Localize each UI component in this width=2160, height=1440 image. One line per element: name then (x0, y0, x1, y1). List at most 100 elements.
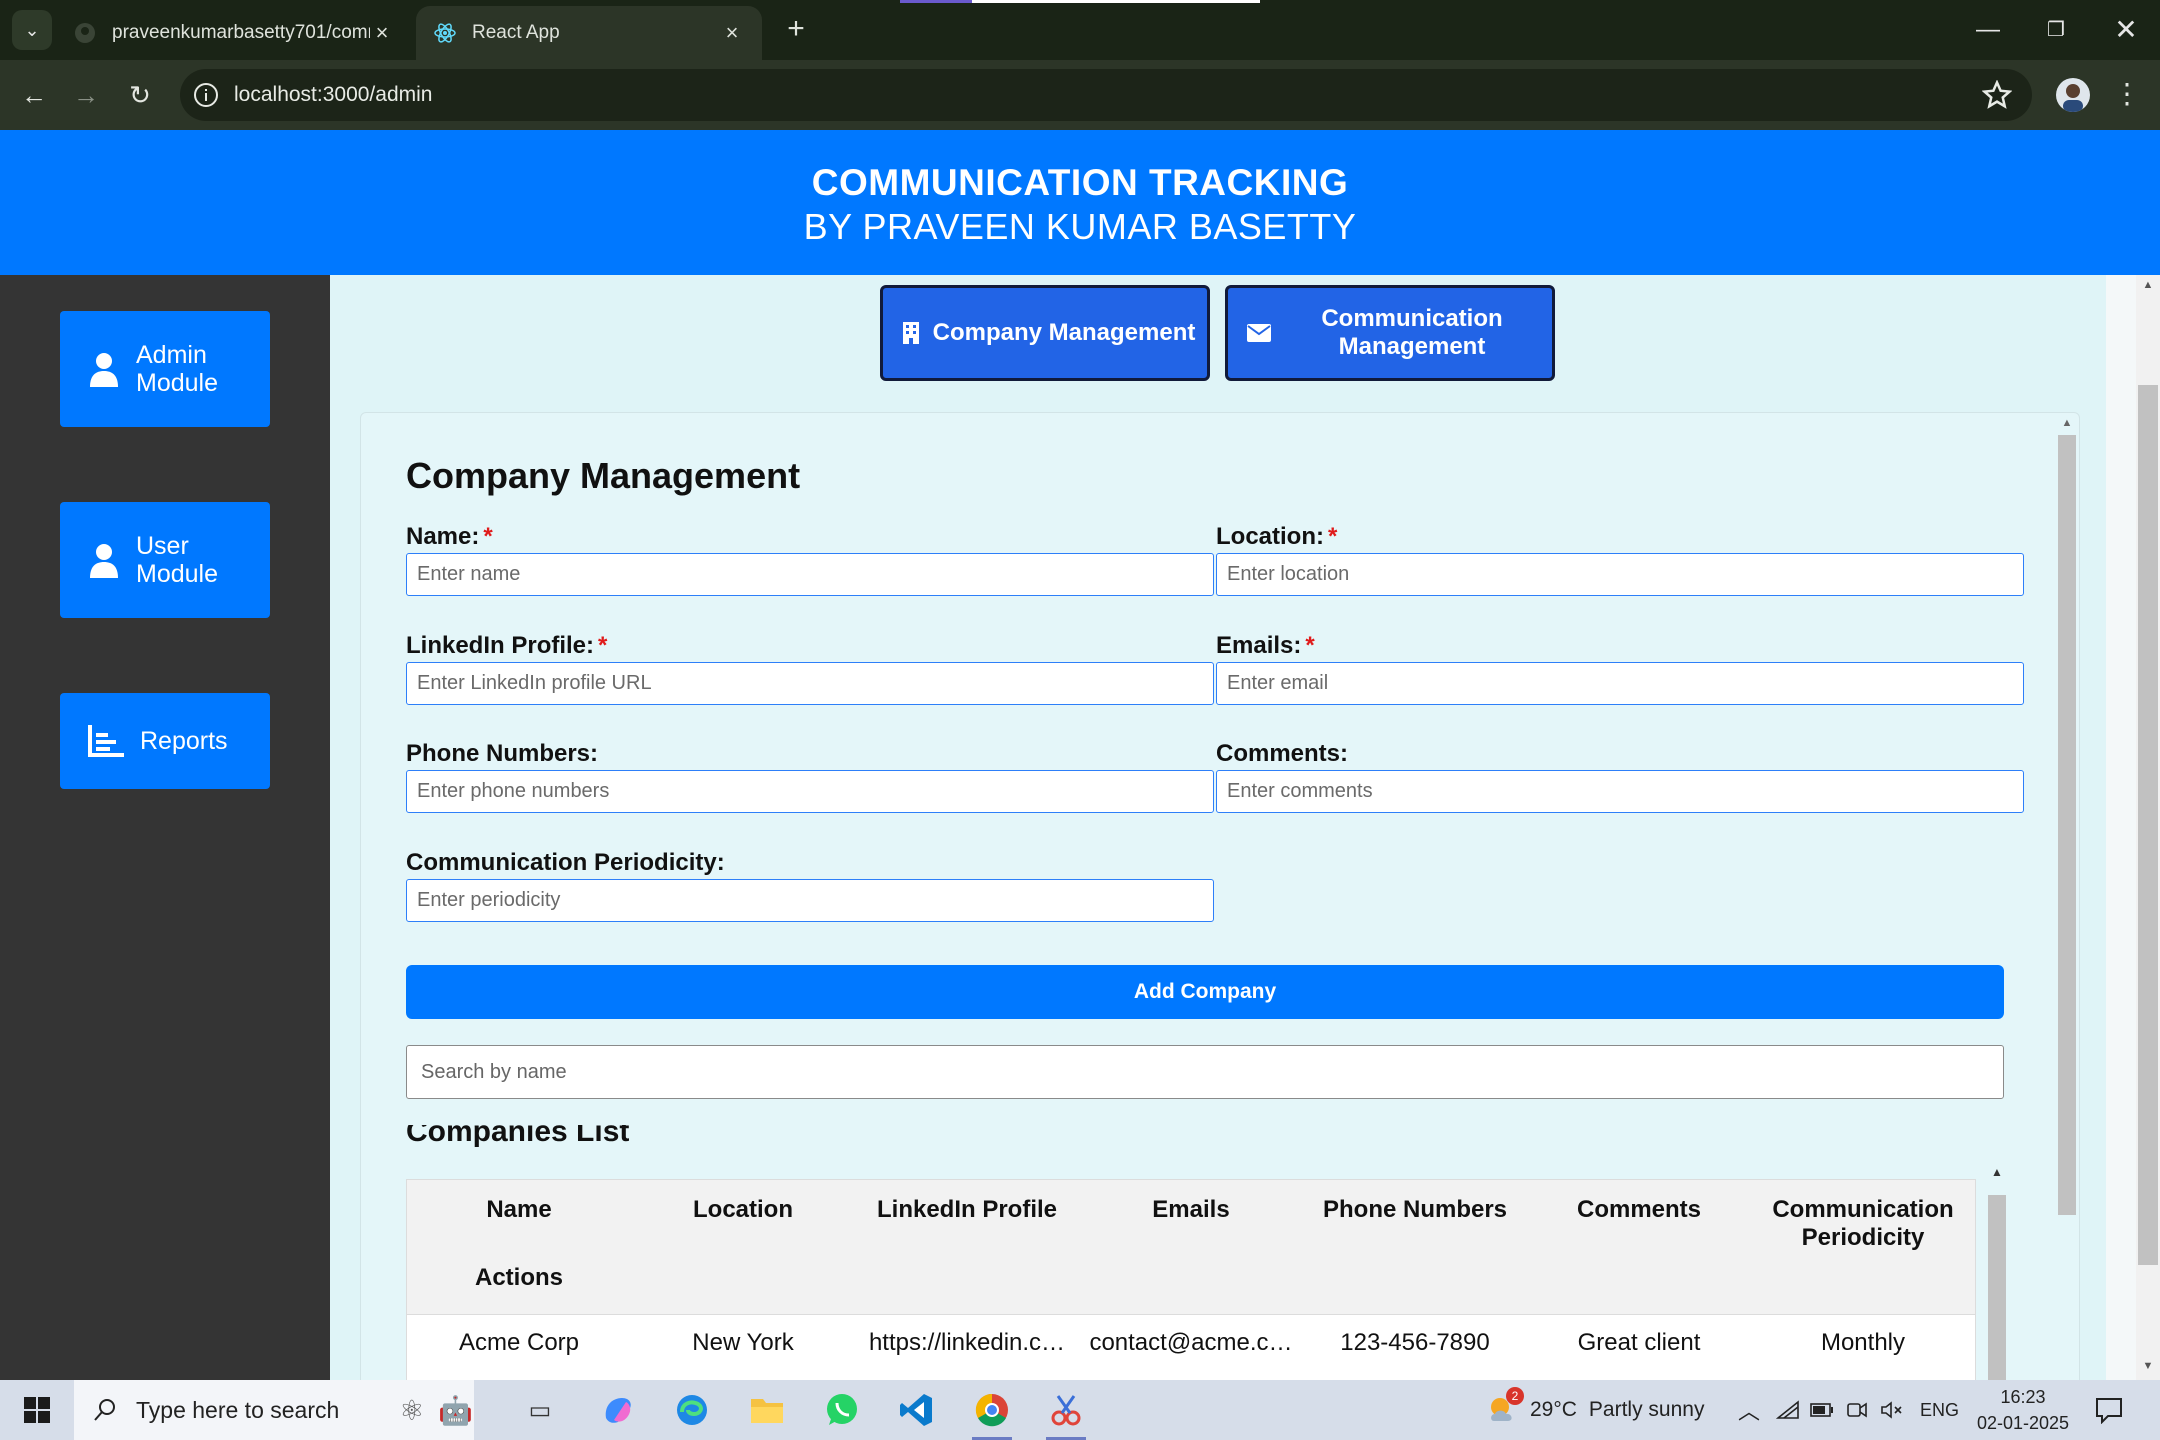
profile-avatar[interactable] (2056, 78, 2090, 112)
close-icon[interactable]: × (720, 20, 744, 46)
company-management-button[interactable]: Company Management (880, 285, 1210, 381)
address-bar[interactable]: localhost:3000/admin (180, 69, 2032, 121)
cell-linkedin[interactable]: https://linkedin.c… (855, 1313, 1079, 1371)
new-tab-button[interactable]: + (778, 12, 814, 48)
whatsapp-icon[interactable] (820, 1388, 864, 1432)
column-header-location[interactable]: Location (631, 1180, 855, 1258)
header-spacer (631, 1258, 1975, 1314)
weather-widget[interactable]: 2 29°C Partly sunny (1486, 1380, 1704, 1440)
label-text: Location: (1216, 523, 1324, 550)
table-scrollbar[interactable]: ▲ (1985, 1165, 2007, 1380)
communication-management-button[interactable]: Communication Management (1225, 285, 1555, 381)
file-explorer-icon[interactable] (745, 1388, 789, 1432)
partly-sunny-icon: 2 (1486, 1387, 1524, 1427)
tab-search-button[interactable]: ⌄ (12, 10, 52, 50)
cell-emails: contact@acme.c… (1079, 1313, 1303, 1371)
atom-icon: ⚛ (399, 1394, 425, 1426)
loading-bar (900, 0, 1260, 3)
add-company-button[interactable]: Add Company (406, 965, 2004, 1019)
bookmark-star-icon[interactable] (1982, 80, 2012, 110)
reload-icon[interactable]: ↻ (120, 75, 160, 115)
scroll-down-icon[interactable]: ▼ (2138, 1360, 2158, 1376)
notification-icon[interactable] (2094, 1396, 2124, 1424)
close-icon[interactable]: × (370, 20, 394, 46)
browser-menu-icon[interactable]: ⋮ (2112, 74, 2142, 116)
scroll-up-icon[interactable]: ▲ (2138, 279, 2158, 295)
comments-input[interactable] (1216, 770, 2024, 813)
back-icon[interactable]: ← (14, 75, 54, 115)
emails-input[interactable] (1216, 662, 2024, 705)
vscode-icon[interactable] (894, 1388, 938, 1432)
url-text: localhost:3000/admin (234, 83, 433, 106)
taskbar-search-placeholder: Type here to search (136, 1396, 340, 1423)
weather-temp: 29°C (1530, 1398, 1577, 1421)
linkedin-input[interactable] (406, 662, 1214, 705)
user-icon (90, 353, 118, 387)
scroll-up-icon[interactable]: ▲ (1988, 1165, 2006, 1183)
forward-icon[interactable]: → (66, 75, 106, 115)
cell-comments: Great client (1527, 1313, 1751, 1371)
tray-chevron-icon[interactable]: ︿ (1738, 1380, 1760, 1440)
main-content: Company Management Communication Managem… (330, 275, 2106, 1380)
search-icon (94, 1399, 115, 1421)
cell-name: Acme Corp (407, 1313, 631, 1371)
periodicity-label: Communication Periodicity: (406, 849, 725, 876)
building-icon (903, 322, 919, 344)
panel-scrollbar[interactable]: ▲ (2055, 413, 2079, 1380)
search-highlight-icon: 🤖 (438, 1394, 474, 1426)
sidebar: Admin Module User Module Reports (0, 275, 330, 1380)
scroll-up-icon[interactable]: ▲ (2058, 417, 2076, 431)
meet-now-icon[interactable] (1846, 1380, 1868, 1440)
column-header-actions[interactable]: Actions (407, 1258, 631, 1314)
cell-location: New York (631, 1313, 855, 1371)
wifi-icon[interactable] (1776, 1380, 1800, 1440)
tab-title: React App (472, 22, 560, 43)
window-close-icon[interactable]: ✕ (2098, 10, 2154, 50)
sidebar-item-admin-module[interactable]: Admin Module (60, 311, 270, 427)
location-input[interactable] (1216, 553, 2024, 596)
browser-toolbar: ← → ↻ localhost:3000/admin ⋮ (0, 60, 2160, 130)
minimize-icon[interactable]: — (1960, 10, 2016, 50)
scrollbar-thumb[interactable] (2138, 385, 2158, 1265)
language-indicator[interactable]: ENG (1920, 1380, 1959, 1440)
required-mark: * (1328, 523, 1338, 550)
weather-text: Partly sunny (1588, 1398, 1705, 1421)
column-header-periodicity[interactable]: Communication Periodicity (1751, 1180, 1975, 1258)
companies-list-section: Companies List Name Location LinkedIn Pr… (406, 1125, 2026, 1380)
windows-start-icon[interactable] (14, 1392, 60, 1428)
sidebar-item-label: User Module (136, 532, 218, 588)
clock-time: 16:23 (2000, 1387, 2046, 1407)
copilot-icon[interactable] (596, 1388, 640, 1432)
column-header-linkedin[interactable]: LinkedIn Profile (855, 1180, 1079, 1258)
restore-icon[interactable]: ❐ (2028, 10, 2084, 50)
taskbar-search-box[interactable]: Type here to search ⚛ 🤖 (74, 1380, 474, 1440)
column-header-emails[interactable]: Emails (1079, 1180, 1303, 1258)
sidebar-item-user-module[interactable]: User Module (60, 502, 270, 618)
sidebar-item-reports[interactable]: Reports (60, 693, 270, 789)
phones-input[interactable] (406, 770, 1214, 813)
column-header-comments[interactable]: Comments (1527, 1180, 1751, 1258)
edge-icon[interactable] (670, 1388, 714, 1432)
column-header-name[interactable]: Name (407, 1180, 631, 1258)
battery-icon[interactable] (1810, 1380, 1834, 1440)
table-row[interactable]: Acme Corp New York https://linkedin.c… c… (407, 1313, 1975, 1371)
site-info-icon[interactable] (192, 81, 220, 109)
name-input[interactable] (406, 553, 1214, 596)
task-view-icon[interactable]: ▭ (518, 1388, 562, 1432)
taskbar-clock[interactable]: 16:23 02-01-2025 (1968, 1384, 2078, 1436)
chrome-icon[interactable] (970, 1388, 1014, 1440)
tab-react-app[interactable]: React App × (416, 6, 762, 60)
page-scrollbar[interactable]: ▲ ▼ (2136, 275, 2160, 1380)
company-management-panel: Company Management Name:* Location:* Lin… (360, 412, 2080, 1380)
companies-table: Name Location LinkedIn Profile Emails Ph… (406, 1179, 1976, 1380)
column-header-phones[interactable]: Phone Numbers (1303, 1180, 1527, 1258)
snipping-tool-icon[interactable] (1044, 1388, 1088, 1440)
github-icon (74, 22, 96, 44)
scrollbar-thumb[interactable] (2058, 435, 2076, 1215)
tab-github[interactable]: praveenkumarbasetty701/comm × (56, 6, 412, 60)
scrollbar-thumb[interactable] (1988, 1195, 2006, 1380)
periodicity-input[interactable] (406, 879, 1214, 922)
search-input[interactable] (406, 1045, 2004, 1099)
label-text: Emails: (1216, 632, 1302, 659)
volume-muted-icon[interactable] (1880, 1380, 1904, 1440)
